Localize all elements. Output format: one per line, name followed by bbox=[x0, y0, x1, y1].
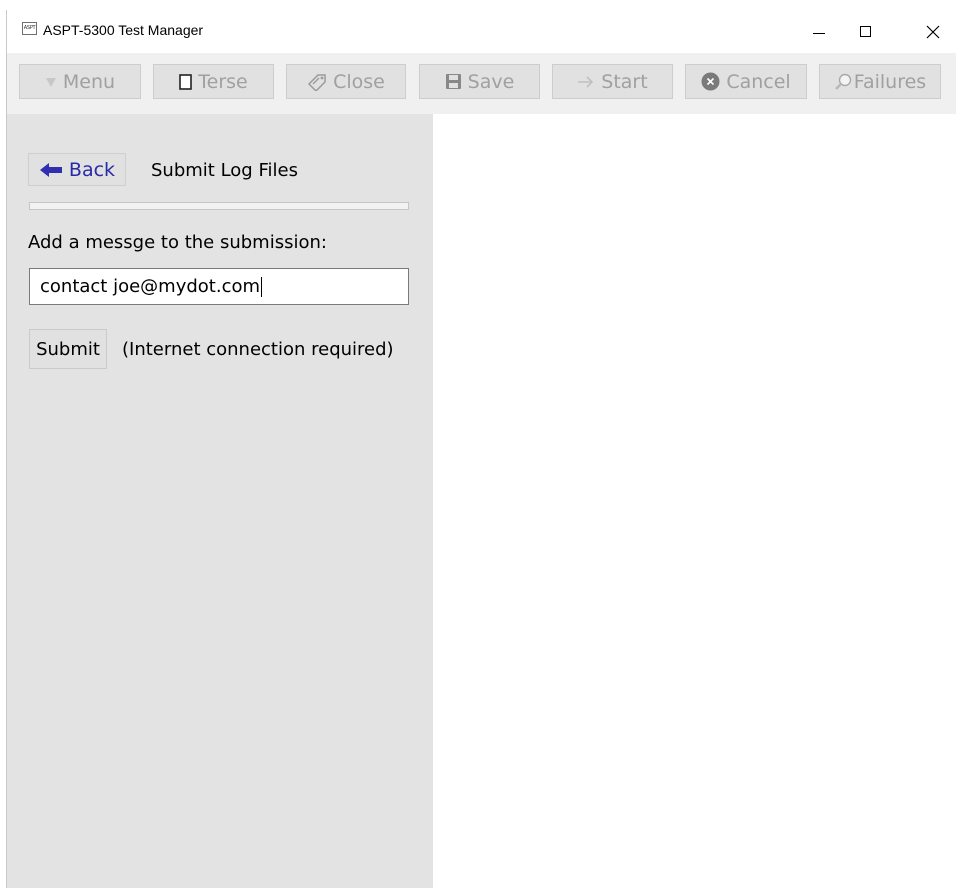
output-area bbox=[433, 114, 956, 888]
tag-icon bbox=[307, 73, 327, 91]
submit-button[interactable]: Submit bbox=[29, 329, 107, 369]
message-input[interactable]: contact joe@mydot.com bbox=[29, 268, 409, 305]
submit-button-label: Submit bbox=[36, 338, 100, 360]
triangle-down-icon bbox=[45, 76, 57, 88]
save-button[interactable]: Save bbox=[419, 64, 540, 99]
minimize-icon bbox=[813, 32, 825, 34]
close-button-label: Close bbox=[333, 70, 385, 93]
x-circle-icon bbox=[701, 72, 720, 91]
close-button[interactable]: Close bbox=[286, 64, 406, 99]
arrow-left-icon bbox=[39, 162, 63, 178]
start-button[interactable]: Start bbox=[552, 64, 673, 99]
menu-button-label: Menu bbox=[62, 70, 116, 93]
terse-button-label: Terse bbox=[198, 70, 248, 93]
page-title: Submit Log Files bbox=[151, 160, 298, 181]
side-panel: Back Submit Log Files Add a messge to th… bbox=[7, 114, 433, 888]
close-window-button[interactable] bbox=[910, 10, 956, 53]
message-label: Add a messge to the submission: bbox=[28, 232, 327, 253]
cancel-button[interactable]: Cancel bbox=[685, 64, 807, 99]
maximize-button[interactable] bbox=[842, 10, 888, 53]
minimize-button[interactable] bbox=[796, 10, 842, 53]
arrow-right-icon bbox=[577, 75, 595, 89]
submit-note: (Internet connection required) bbox=[122, 339, 394, 360]
terse-button[interactable]: Terse bbox=[153, 64, 274, 99]
back-button[interactable]: Back bbox=[28, 153, 126, 186]
start-button-label: Start bbox=[601, 70, 648, 93]
window-title: ASPT-5300 Test Manager bbox=[43, 22, 204, 38]
text-caret bbox=[261, 277, 263, 297]
failures-button[interactable]: Failures bbox=[819, 64, 941, 99]
floppy-disk-icon bbox=[445, 73, 462, 90]
message-input-value: contact joe@mydot.com bbox=[40, 276, 261, 297]
back-button-label: Back bbox=[68, 158, 116, 181]
progress-bar bbox=[29, 202, 409, 210]
menu-button[interactable]: Menu bbox=[19, 64, 141, 99]
title-bar[interactable]: ASPT ASPT-5300 Test Manager bbox=[7, 10, 956, 53]
toolbar: Menu Terse Close Save Start Cancel Failu… bbox=[7, 53, 956, 114]
save-button-label: Save bbox=[467, 70, 515, 93]
app-window: ASPT ASPT-5300 Test Manager Menu Terse C… bbox=[6, 10, 956, 888]
app-icon: ASPT bbox=[22, 22, 37, 35]
magnifier-icon bbox=[834, 73, 852, 91]
close-icon bbox=[926, 25, 940, 38]
square-icon bbox=[179, 73, 193, 90]
maximize-icon bbox=[859, 26, 871, 37]
failures-button-label: Failures bbox=[853, 70, 927, 93]
cancel-button-label: Cancel bbox=[726, 70, 791, 93]
